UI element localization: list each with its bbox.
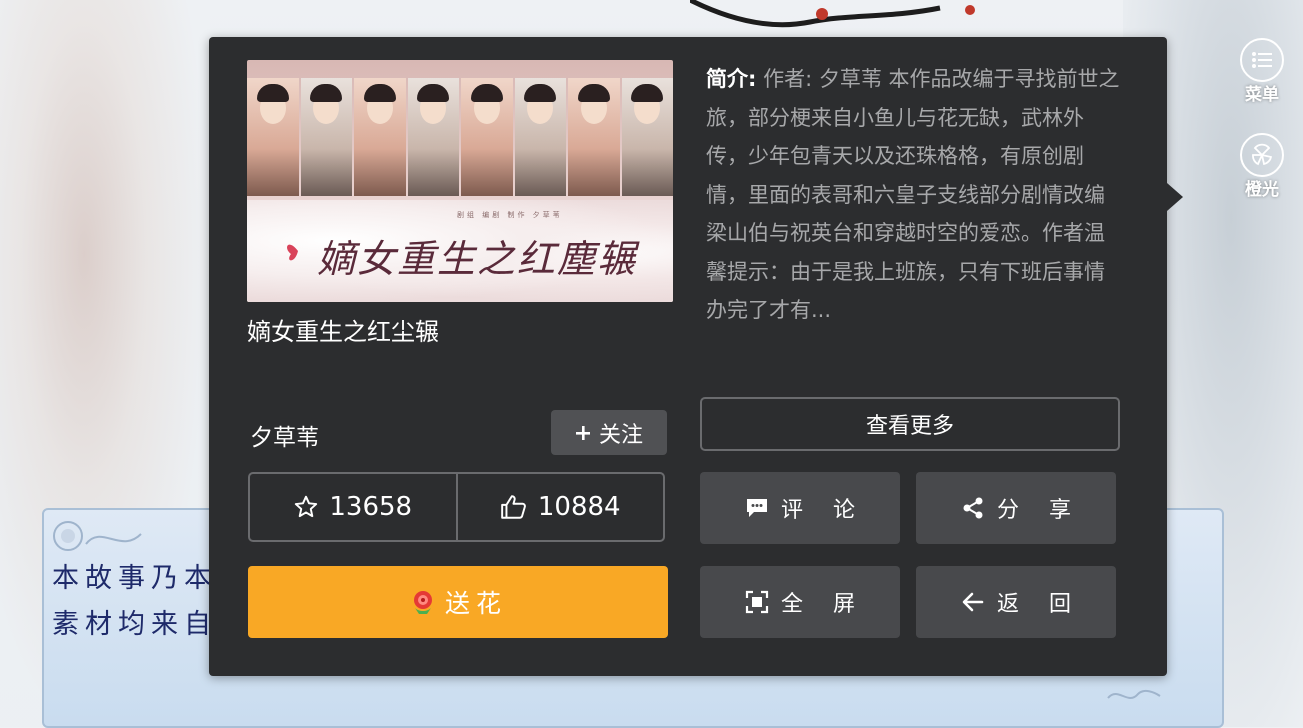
favorite-button[interactable]: 13658 — [250, 474, 456, 540]
orange-light-logo-icon — [1240, 133, 1284, 177]
work-title: 嫡女重生之红尘辗 — [247, 318, 439, 346]
follow-label: 关注 — [598, 422, 643, 448]
send-flower-button[interactable]: 送花 — [248, 566, 668, 638]
cover-cast-portraits — [247, 78, 673, 196]
orange-light-label: 橙光 — [1245, 180, 1279, 200]
fullscreen-icon — [745, 590, 769, 614]
background-branch-art — [690, 0, 975, 28]
stats-bar: 13658 10884 — [248, 472, 665, 542]
star-icon — [295, 495, 318, 518]
favorite-count: 13658 — [329, 492, 413, 522]
menu-label: 菜单 — [1245, 85, 1279, 105]
comment-button[interactable]: 评论 — [700, 472, 900, 544]
popup-pointer-arrow — [1167, 183, 1183, 211]
back-label: 返回 — [996, 592, 1101, 617]
dialog-flourish-ornament — [53, 521, 142, 551]
comment-label: 评论 — [780, 498, 885, 523]
arrow-left-icon — [962, 592, 984, 612]
comment-icon — [746, 499, 767, 517]
follow-button[interactable]: 关注 — [551, 410, 667, 455]
plus-icon — [575, 425, 590, 440]
view-more-label: 查看更多 — [865, 414, 954, 439]
like-button[interactable]: 10884 — [455, 474, 664, 540]
story-dialog-text: 本故事乃本 素材均来自 — [52, 556, 217, 648]
work-cover-image[interactable]: 剧组 编剧 制作 夕草苇 嫡女重生之红塵辗 — [247, 60, 673, 302]
menu-button[interactable]: 菜单 — [1235, 38, 1289, 105]
cover-credit-text: 剧组 编剧 制作 夕草苇 — [457, 211, 563, 219]
thumbs-up-icon — [501, 495, 526, 519]
dialog-corner-ornament — [1107, 689, 1161, 699]
orange-light-button[interactable]: 橙光 — [1235, 133, 1289, 200]
send-flower-label: 送花 — [444, 589, 507, 618]
butterfly-icon — [287, 244, 298, 261]
intro-text: 作者: 夕草苇 本作品改编于寻找前世之旅，部分梗来自小鱼儿与花无缺，武林外传，少… — [706, 67, 1120, 322]
like-count: 10884 — [537, 492, 621, 522]
back-button[interactable]: 返回 — [916, 566, 1116, 638]
story-line-2: 素材均来自 — [52, 609, 217, 640]
cover-calligraphy-title: 嫡女重生之红塵辗 — [317, 237, 638, 281]
work-intro: 简介: 作者: 夕草苇 本作品改编于寻找前世之旅，部分梗来自小鱼儿与花无缺，武林… — [706, 60, 1124, 330]
view-more-button[interactable]: 查看更多 — [700, 397, 1120, 451]
intro-label: 简介: — [706, 67, 757, 91]
fullscreen-label: 全屏 — [780, 592, 885, 617]
author-name[interactable]: 夕草苇 — [250, 418, 319, 452]
flower-icon — [413, 591, 432, 614]
share-icon — [963, 497, 983, 519]
list-icon — [1240, 38, 1284, 82]
story-line-1: 本故事乃本 — [52, 563, 217, 594]
share-button[interactable]: 分享 — [916, 472, 1116, 544]
share-label: 分享 — [996, 498, 1101, 523]
fullscreen-button[interactable]: 全屏 — [700, 566, 900, 638]
